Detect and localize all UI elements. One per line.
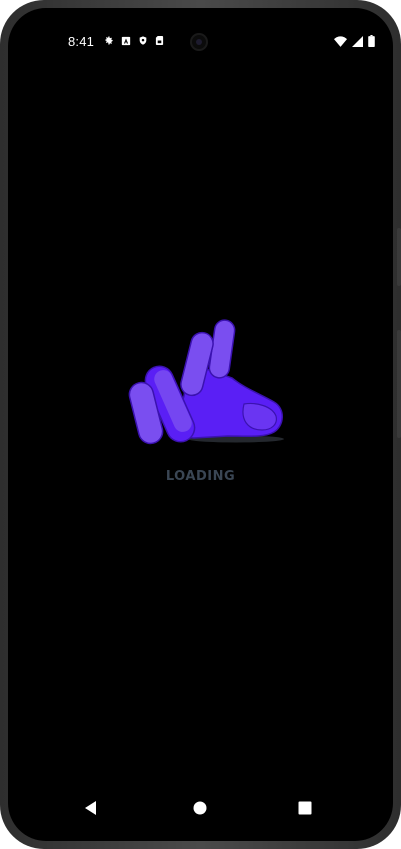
recents-icon (298, 801, 312, 815)
recents-button[interactable] (295, 798, 315, 818)
home-button[interactable] (190, 798, 210, 818)
power-button (397, 330, 401, 438)
phone-frame: 8:41 LOADING (0, 0, 401, 849)
home-icon (193, 801, 207, 815)
back-button[interactable] (81, 798, 101, 818)
pointing-hand-icon (128, 319, 284, 445)
navigation-bar (8, 788, 393, 828)
loading-label: LOADING (165, 469, 236, 484)
volume-button (397, 228, 401, 286)
back-icon (85, 801, 96, 815)
loading-screen: LOADING (8, 8, 393, 841)
screen: 8:41 LOADING (8, 8, 393, 841)
